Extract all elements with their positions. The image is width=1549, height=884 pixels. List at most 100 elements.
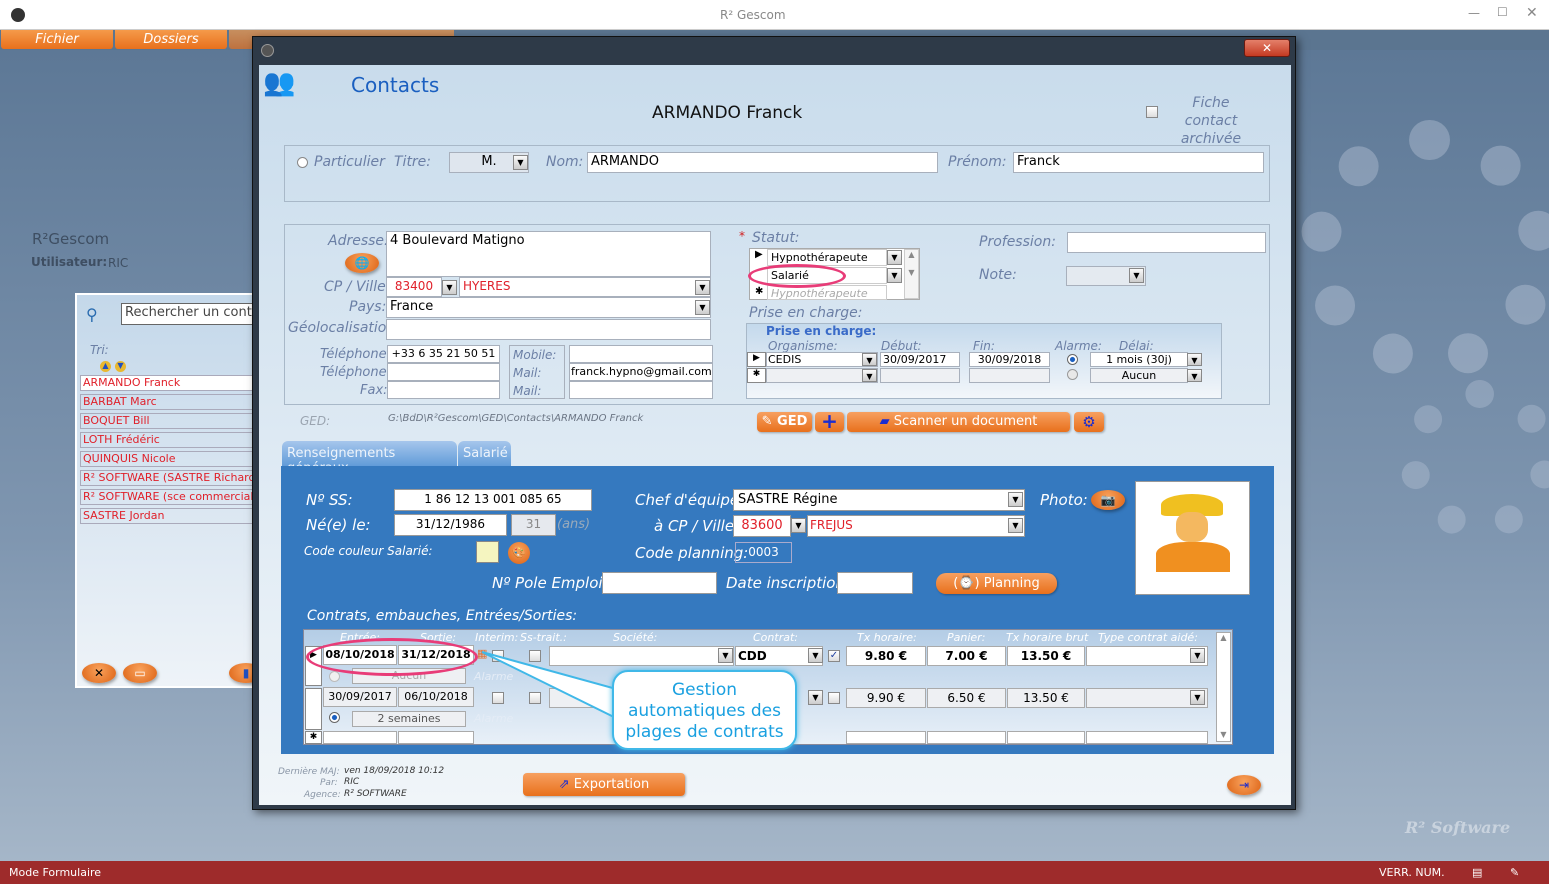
telephone-1-field[interactable]: +33 6 35 21 50 51 — [387, 345, 500, 363]
type-contrat-dropdown-icon[interactable]: ▼ — [1190, 648, 1205, 663]
camera-button[interactable]: 📷 — [1091, 490, 1125, 510]
add-ged-button[interactable]: + — [815, 411, 844, 432]
cp-field[interactable]: 83400 — [386, 277, 442, 297]
color-palette-button[interactable]: 🎨 — [508, 542, 530, 564]
statut-scrollbar[interactable]: ▲ ▼ — [904, 249, 919, 299]
mail-2-field[interactable] — [569, 381, 713, 399]
tx-new[interactable] — [846, 731, 926, 744]
contact-list-item[interactable]: BARBAT Marc — [80, 394, 255, 410]
planning-button[interactable]: (⌚) Planning — [936, 573, 1057, 594]
globe-map-button[interactable]: 🌐 — [345, 253, 379, 273]
contrat-checkbox[interactable] — [828, 692, 840, 704]
design-view-icon[interactable]: ✎ — [1510, 861, 1519, 884]
alarme-radio-on[interactable] — [1067, 354, 1078, 365]
pec-debut-field[interactable]: 30/09/2017 — [880, 352, 960, 367]
search-input[interactable]: Rechercher un contact — [121, 303, 261, 325]
form-view-icon[interactable]: ▤ — [1472, 861, 1482, 884]
statut-dropdown-icon[interactable]: ▼ — [887, 268, 902, 283]
maximize-button[interactable]: ☐ — [1497, 5, 1508, 19]
salarie-cp-field[interactable]: 83600 — [733, 515, 791, 537]
contact-list-item[interactable]: ARMANDO Franck — [80, 375, 255, 391]
birthdate-field[interactable]: 31/12/1986 — [394, 514, 507, 536]
panier-field[interactable]: 6.50 € — [927, 688, 1006, 708]
chef-dropdown-icon[interactable]: ▼ — [1008, 492, 1023, 507]
organisme-dropdown-icon[interactable]: ▼ — [862, 369, 877, 382]
contact-list-item[interactable]: R² SOFTWARE (SASTRE Richard) — [80, 470, 255, 486]
pec-fin-new[interactable] — [969, 368, 1050, 383]
telephone-2-field[interactable] — [387, 363, 500, 381]
sort-asc-icon[interactable]: ▲ — [100, 361, 111, 372]
pec-delai-new[interactable]: Aucun — [1090, 368, 1188, 383]
particulier-radio[interactable] — [297, 157, 308, 168]
contact-list-item[interactable]: BOQUET Bill — [80, 413, 255, 429]
panier-field[interactable]: 7.00 € — [927, 646, 1006, 666]
contact-list-item[interactable]: R² SOFTWARE (sce commercial) — [80, 489, 255, 505]
menu-dossiers[interactable]: Dossiers — [115, 30, 227, 49]
couleur-swatch[interactable] — [476, 541, 499, 563]
nom-field[interactable]: ARMANDO — [587, 152, 938, 173]
date-inscription-field[interactable] — [837, 572, 913, 594]
mobile-field[interactable] — [569, 345, 713, 363]
titre-dropdown-icon[interactable]: ▼ — [513, 155, 528, 170]
pole-emploi-field[interactable] — [602, 572, 717, 594]
menu-fichier[interactable]: Fichier — [1, 30, 113, 49]
type-contrat-dropdown-icon[interactable]: ▼ — [1190, 690, 1205, 705]
close-search-button[interactable]: ✕ — [82, 663, 116, 683]
salarie-ville-field[interactable]: FREJUS — [807, 515, 1025, 537]
delai-dropdown-icon[interactable]: ▼ — [1187, 353, 1202, 366]
pec-debut-new[interactable] — [880, 368, 960, 383]
tab-salarie[interactable]: Salarié — [458, 441, 511, 467]
salarie-cp-dropdown-icon[interactable]: ▼ — [791, 518, 806, 533]
ville-dropdown-icon[interactable]: ▼ — [695, 280, 710, 295]
contrat-dropdown-icon[interactable]: ▼ — [808, 690, 823, 705]
exit-button[interactable]: ⇥ — [1227, 775, 1261, 795]
fax-field[interactable] — [387, 381, 500, 399]
close-app-button[interactable]: ✕ — [1526, 5, 1538, 21]
code-planning-field[interactable]: 0003 — [735, 542, 792, 563]
alarm-radio-on[interactable] — [329, 712, 340, 723]
ged-button[interactable]: ✎ GED — [757, 412, 812, 432]
contrat-checkbox[interactable]: ✓ — [828, 650, 840, 662]
new-contact-button[interactable]: ▭ — [123, 663, 157, 683]
tx-horaire-field[interactable]: 9.80 € — [846, 646, 926, 666]
scan-document-button[interactable]: ▰ Scanner un document — [847, 412, 1070, 432]
mail-1-field[interactable]: franck.hypno@gmail.com — [569, 363, 713, 381]
alarm-delay-field[interactable]: 2 semaines — [352, 711, 466, 727]
contrat-dropdown-icon[interactable]: ▼ — [808, 648, 823, 663]
prenom-field[interactable]: Franck — [1013, 152, 1264, 173]
brut-new[interactable] — [1007, 731, 1085, 744]
cp-dropdown-icon[interactable]: ▼ — [442, 280, 457, 295]
salarie-ville-dropdown-icon[interactable]: ▼ — [1008, 518, 1023, 533]
export-button[interactable]: ⇗ Exportation — [523, 773, 685, 796]
settings-button[interactable]: ⚙ — [1074, 412, 1104, 432]
geolocalisation-field[interactable] — [386, 319, 711, 340]
ss-field[interactable]: 1 86 12 13 001 085 65 — [394, 489, 592, 511]
delai-dropdown-icon[interactable]: ▼ — [1187, 369, 1202, 382]
alarme-radio-off[interactable] — [1067, 369, 1078, 380]
note-dropdown-icon[interactable]: ▼ — [1129, 268, 1144, 283]
sortie-field[interactable]: 06/10/2018 — [398, 687, 474, 707]
contact-list-item[interactable]: QUINQUIS Nicole — [80, 451, 255, 467]
pec-delai-field[interactable]: 1 mois (30j) — [1090, 352, 1188, 367]
sort-desc-icon[interactable]: ▼ — [115, 361, 126, 372]
entree-field[interactable]: 30/09/2017 — [323, 687, 397, 707]
tx-brut-field[interactable]: 13.50 € — [1007, 688, 1085, 708]
contact-list-item[interactable]: LOTH Frédéric — [80, 432, 255, 448]
tab-renseignements-generaux[interactable]: Renseignements généraux — [282, 441, 457, 476]
ville-field[interactable]: HYERES — [459, 277, 711, 297]
statut-dropdown-icon[interactable]: ▼ — [887, 250, 902, 265]
dialog-close-button[interactable]: ✕ — [1244, 39, 1290, 57]
tx-horaire-field[interactable]: 9.90 € — [846, 688, 926, 708]
organisme-dropdown-icon[interactable]: ▼ — [862, 353, 877, 366]
contact-list-item[interactable]: SASTRE Jordan — [80, 508, 255, 524]
sortie-new[interactable] — [398, 731, 474, 744]
alarm-radio-off[interactable] — [329, 671, 340, 682]
type-new[interactable] — [1086, 731, 1208, 744]
pec-fin-field[interactable]: 30/09/2018 — [969, 352, 1050, 367]
pays-dropdown-icon[interactable]: ▼ — [695, 300, 710, 315]
societe-dropdown-icon[interactable]: ▼ — [718, 648, 733, 663]
panier-new[interactable] — [927, 731, 1006, 744]
adresse-field[interactable]: 4 Boulevard Matigno — [386, 231, 711, 277]
minimize-button[interactable]: — — [1468, 6, 1480, 20]
entree-new[interactable] — [323, 731, 397, 744]
